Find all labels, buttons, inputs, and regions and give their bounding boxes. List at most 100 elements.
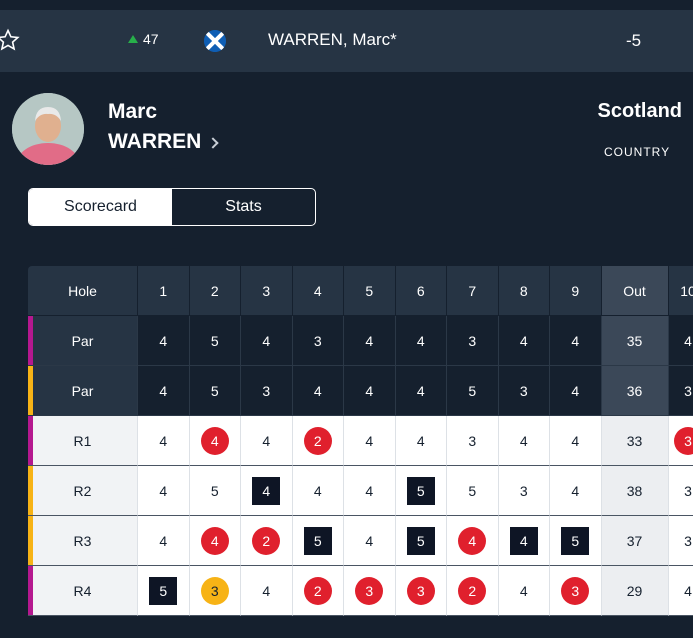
- score-cell: 4: [447, 516, 499, 566]
- score-cell: 5: [138, 566, 190, 616]
- cell-value: 4: [519, 332, 528, 349]
- par-cell: 5: [189, 366, 241, 416]
- bogey-badge: 4: [252, 476, 281, 505]
- par-cell: 4: [550, 316, 602, 366]
- score-cell: 3: [668, 466, 693, 516]
- header-col-5: 5: [344, 266, 396, 316]
- eagle-badge: 3: [200, 576, 229, 605]
- score-cell: 4: [344, 466, 396, 516]
- tee-color-bar: [28, 366, 33, 415]
- cell-value: 5: [468, 382, 477, 399]
- cell-value: 33: [626, 432, 643, 449]
- row-label-text: Par: [71, 382, 94, 399]
- cell-value: 4: [262, 432, 271, 449]
- score-cell: 3: [498, 466, 550, 516]
- par-cell: 5: [189, 316, 241, 366]
- leaderboard-row[interactable]: 47 WARREN, Marc* -5: [0, 10, 693, 72]
- par-cell: 4: [292, 366, 344, 416]
- row-label: R3: [28, 516, 138, 566]
- score-cell: 4: [138, 466, 190, 516]
- par-cell: 4: [550, 366, 602, 416]
- up-arrow-icon: [128, 35, 138, 43]
- score-cell: 4: [241, 566, 293, 616]
- cell-value: 4: [365, 382, 374, 399]
- bogey-badge: 5: [149, 576, 178, 605]
- header-hole: Hole: [28, 266, 138, 316]
- player-first-name: Marc: [108, 100, 158, 123]
- cell-value: 4: [365, 332, 374, 349]
- header-col-9: 9: [550, 266, 602, 316]
- bogey-badge: 5: [406, 476, 435, 505]
- cell-value: 4: [416, 432, 425, 449]
- country-label: COUNTRY: [604, 145, 671, 159]
- scorecard-table: Hole 1 2 3 4 5 6 7 8 9 Out 10 Par 4 5 4 3 4 4 3 4 4 35 4 Par 4 5 3 4…: [28, 266, 693, 616]
- score-cell: 4: [241, 416, 293, 466]
- birdie-badge: 3: [355, 576, 384, 605]
- view-tabs: Scorecard Stats: [28, 188, 316, 226]
- cell-value: 4: [159, 432, 168, 449]
- par-cell: 4: [395, 366, 447, 416]
- cell-value: 4: [262, 332, 271, 349]
- tab-stats[interactable]: Stats: [172, 189, 315, 225]
- score-cell: 5: [395, 466, 447, 516]
- cell-value: 3: [519, 382, 528, 399]
- cell-value: 4: [684, 332, 692, 349]
- birdie-badge: 3: [561, 576, 590, 605]
- score-cell: 38: [601, 466, 669, 516]
- score-cell: 2: [447, 566, 499, 616]
- score-cell: 3: [447, 416, 499, 466]
- score-cell: 4: [550, 416, 602, 466]
- row-label: Par: [28, 366, 138, 416]
- score-cell: 3: [668, 516, 693, 566]
- bogey-badge: 5: [303, 526, 332, 555]
- cell-value: 5: [210, 332, 219, 349]
- score-cell: 5: [550, 516, 602, 566]
- favorite-star-icon[interactable]: [0, 28, 20, 52]
- cell-value: 5: [468, 482, 477, 499]
- score-cell: 2: [241, 516, 293, 566]
- score-cell: 4: [241, 466, 293, 516]
- par-cell: 4: [395, 316, 447, 366]
- row-label-text: Par: [71, 332, 94, 349]
- player-name[interactable]: WARREN, Marc*: [268, 30, 397, 50]
- score-cell: 5: [395, 516, 447, 566]
- par-cell: 3: [668, 366, 693, 416]
- cell-value: 4: [571, 432, 580, 449]
- par-cell: 4: [668, 316, 693, 366]
- cell-value: 4: [365, 482, 374, 499]
- row-label: R2: [28, 466, 138, 516]
- cell-value: 38: [626, 482, 643, 499]
- score-cell: 5: [189, 466, 241, 516]
- player-profile-link[interactable]: WARREN: [108, 130, 220, 154]
- score-cell: 2: [292, 416, 344, 466]
- row-label-text: R2: [73, 482, 92, 499]
- par-cell: 4: [138, 366, 190, 416]
- avatar: [12, 93, 84, 165]
- header-col-4: 4: [292, 266, 344, 316]
- score-cell: 3: [344, 566, 396, 616]
- tab-scorecard[interactable]: Scorecard: [29, 189, 172, 225]
- birdie-badge: 4: [200, 426, 229, 455]
- cell-value: 4: [159, 532, 168, 549]
- header-col-out: Out: [601, 266, 669, 316]
- birdie-badge: 3: [406, 576, 435, 605]
- cell-value: 5: [210, 382, 219, 399]
- score-cell: 4: [550, 466, 602, 516]
- cell-value: 4: [416, 382, 425, 399]
- header-col-1: 1: [138, 266, 190, 316]
- score-cell: 4: [498, 416, 550, 466]
- row-label-text: R3: [73, 532, 92, 549]
- birdie-badge: 2: [303, 576, 332, 605]
- header-col-3: 3: [241, 266, 293, 316]
- cell-value: 3: [468, 332, 477, 349]
- row-label-text: R4: [73, 582, 92, 599]
- score-cell: 4: [292, 466, 344, 516]
- cell-value: 4: [159, 482, 168, 499]
- header-col-8: 8: [498, 266, 550, 316]
- score-cell: 5: [447, 466, 499, 516]
- cell-value: 4: [159, 382, 168, 399]
- header-col-2: 2: [189, 266, 241, 316]
- cell-value: 4: [684, 582, 692, 599]
- score-cell: 37: [601, 516, 669, 566]
- bogey-badge: 5: [406, 526, 435, 555]
